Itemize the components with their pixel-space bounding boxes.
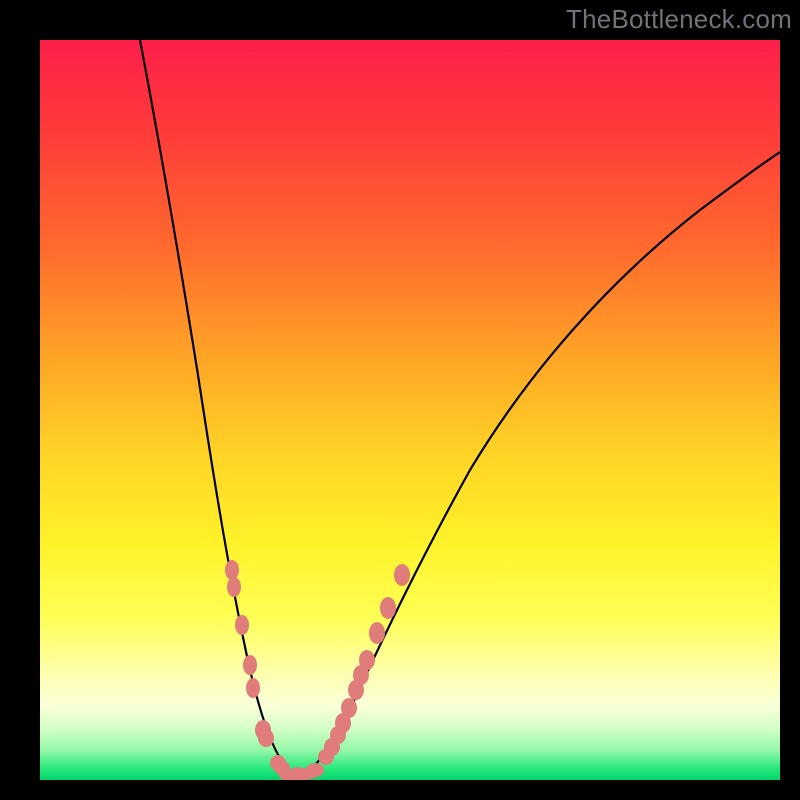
- curve-layer: [40, 40, 780, 780]
- dots-left-group: [225, 560, 290, 775]
- curve-right-branch: [298, 152, 780, 776]
- dots-right-group: [289, 564, 410, 780]
- chart-frame: TheBottleneck.com: [0, 0, 800, 800]
- watermark-text: TheBottleneck.com: [566, 4, 792, 35]
- plot-area: [40, 40, 780, 780]
- curve-left-branch: [140, 40, 298, 776]
